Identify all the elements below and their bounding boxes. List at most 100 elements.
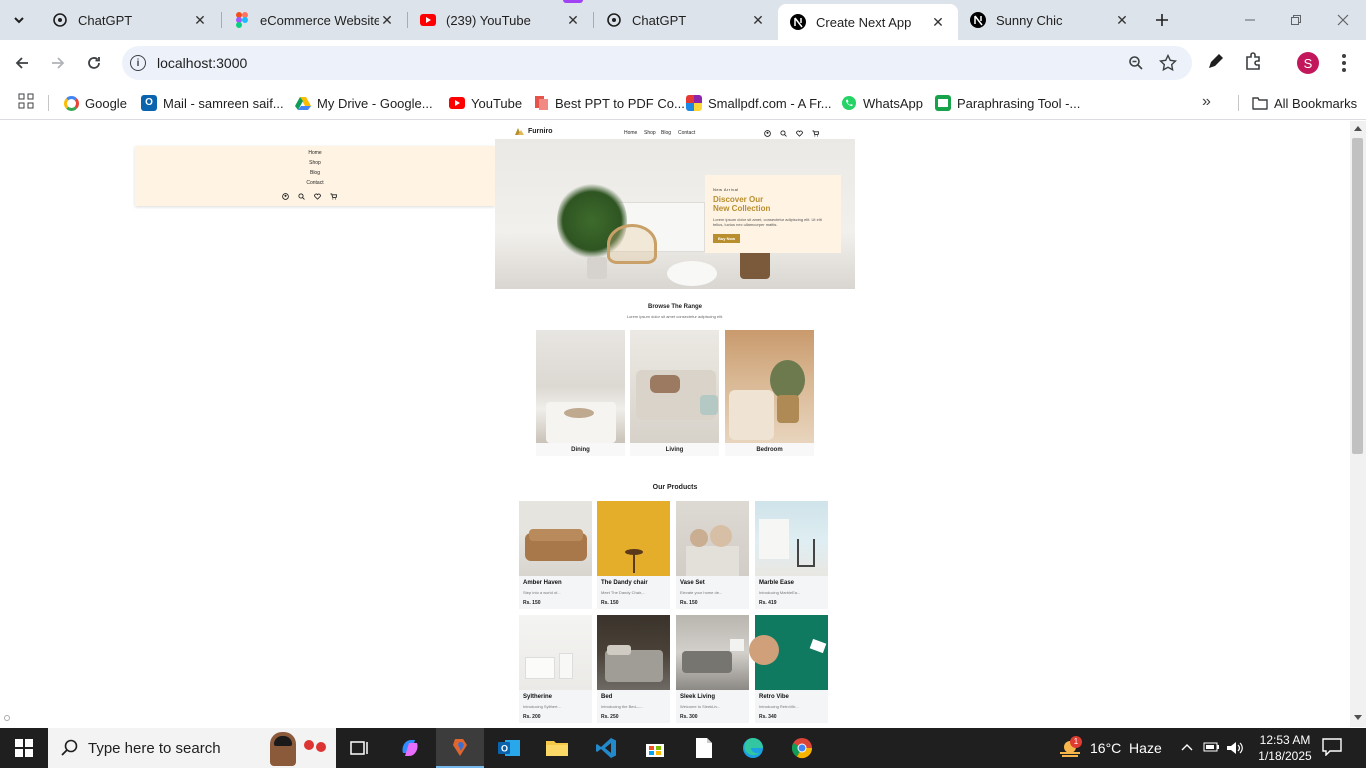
- start-button[interactable]: [0, 728, 48, 768]
- cart-icon[interactable]: [330, 193, 337, 200]
- taskbar-app-active[interactable]: [436, 728, 484, 768]
- all-bookmarks-label: All Bookmarks: [1274, 95, 1358, 111]
- product-card[interactable]: Bed Introducing the Bed—... Rs. 250: [597, 615, 670, 723]
- new-tab-button[interactable]: [1150, 8, 1174, 32]
- tab-chatgpt-2[interactable]: ChatGPT ✕: [594, 0, 778, 40]
- bookmark-mail[interactable]: O Mail - samreen saif...: [141, 92, 284, 114]
- clock[interactable]: 12:53 AM 1/18/2025: [1252, 730, 1318, 766]
- bookmarks-divider: [1238, 95, 1239, 111]
- bookmarks-divider: [48, 95, 49, 111]
- pdf-icon: [535, 96, 548, 110]
- taskbar-notepad[interactable]: [684, 732, 724, 764]
- extensions-button[interactable]: [1243, 51, 1267, 75]
- taskbar-copilot[interactable]: [390, 732, 430, 764]
- weather-widget[interactable]: 1 16°C Haze: [1056, 728, 1166, 768]
- close-icon[interactable]: ✕: [1114, 12, 1130, 29]
- taskbar-chrome[interactable]: [782, 732, 822, 764]
- site-info-icon[interactable]: i: [130, 55, 146, 71]
- tab-youtube[interactable]: (239) YouTube ✕: [408, 0, 593, 40]
- taskbar-vscode[interactable]: [586, 732, 626, 764]
- product-card[interactable]: Amber Haven Step into a world of... Rs. …: [519, 501, 592, 609]
- product-card[interactable]: Retro Vibe Introducing RetroVib... Rs. 3…: [749, 615, 828, 723]
- taskbar-file-explorer[interactable]: [537, 732, 577, 764]
- address-bar[interactable]: i localhost:3000: [122, 46, 1192, 80]
- buy-now-button[interactable]: Buy Now: [713, 234, 740, 243]
- minimize-button[interactable]: [1228, 0, 1272, 40]
- product-image: [755, 501, 828, 576]
- show-hidden-icons-button[interactable]: [1180, 740, 1196, 756]
- tab-audio-indicator: [563, 0, 583, 3]
- bookmark-google[interactable]: Google: [64, 92, 127, 114]
- close-icon[interactable]: ✕: [750, 12, 766, 29]
- nav-contact[interactable]: Contact: [678, 130, 695, 136]
- search-icon[interactable]: [780, 130, 787, 137]
- apps-button[interactable]: [18, 93, 36, 111]
- tab-ecommerce-website[interactable]: eCommerce Website ✕: [222, 0, 407, 40]
- cart-icon[interactable]: [812, 130, 819, 137]
- close-icon[interactable]: ✕: [565, 12, 581, 29]
- notification-center-button[interactable]: [1322, 738, 1346, 758]
- product-card[interactable]: Syltherine Introducing Sylthert... Rs. 2…: [519, 615, 592, 723]
- apps-grid-icon: [18, 93, 34, 109]
- bookmark-drive[interactable]: My Drive - Google...: [295, 92, 433, 114]
- taskbar-search-box[interactable]: Type here to search: [48, 728, 336, 768]
- more-bookmarks-button[interactable]: »: [1202, 93, 1222, 113]
- mobile-menu-shop[interactable]: Shop: [135, 160, 495, 166]
- taskbar-store[interactable]: [635, 732, 675, 764]
- product-name: Syltherine: [523, 694, 553, 700]
- star-icon[interactable]: [1159, 54, 1177, 72]
- category-living[interactable]: Living: [630, 330, 719, 456]
- taskbar-outlook[interactable]: O: [489, 732, 529, 764]
- bookmark-whatsapp[interactable]: WhatsApp: [841, 92, 923, 114]
- tab-search-button[interactable]: [6, 8, 32, 32]
- nav-shop[interactable]: Shop: [644, 130, 656, 136]
- mobile-menu-home[interactable]: Home: [135, 150, 495, 156]
- url-text[interactable]: localhost:3000: [157, 55, 247, 71]
- mobile-menu-contact[interactable]: Contact: [135, 180, 495, 186]
- page-scrollbar[interactable]: [1350, 121, 1366, 727]
- scroll-down-arrow[interactable]: [1354, 715, 1362, 720]
- product-card[interactable]: Marble Ease Introducing MarbleEa... Rs. …: [755, 501, 828, 609]
- bookmark-paraphrasing[interactable]: Paraphrasing Tool -...: [935, 92, 1080, 114]
- back-button[interactable]: [8, 49, 36, 77]
- heart-icon[interactable]: [796, 130, 803, 137]
- bookmark-ppt-to-pdf[interactable]: Best PPT to PDF Co...: [533, 92, 685, 114]
- close-icon[interactable]: ✕: [930, 14, 946, 31]
- tab-sunny-chic[interactable]: Sunny Chic ✕: [958, 0, 1142, 40]
- reload-button[interactable]: [80, 49, 108, 77]
- forward-button[interactable]: [44, 49, 72, 77]
- nav-home[interactable]: Home: [624, 130, 637, 136]
- browser-menu-button[interactable]: [1334, 52, 1354, 74]
- all-bookmarks-button[interactable]: All Bookmarks: [1252, 92, 1357, 114]
- category-dining[interactable]: Dining: [536, 330, 625, 456]
- bookmark-smallpdf[interactable]: Smallpdf.com - A Fr...: [686, 92, 832, 114]
- volume-button[interactable]: [1226, 740, 1244, 756]
- product-card[interactable]: Sleek Living Welcome to SleekLiv... Rs. …: [676, 615, 749, 723]
- tab-chatgpt-1[interactable]: ChatGPT ✕: [40, 0, 220, 40]
- category-bedroom[interactable]: Bedroom: [725, 330, 814, 456]
- mobile-menu-blog[interactable]: Blog: [135, 170, 495, 176]
- taskbar-edge[interactable]: [733, 732, 773, 764]
- pen-extension-button[interactable]: [1206, 51, 1230, 75]
- tab-create-next-app[interactable]: Create Next App ✕: [778, 4, 958, 40]
- product-card[interactable]: Vase Set Elevate your home de... Rs. 150: [676, 501, 749, 609]
- scrollbar-thumb[interactable]: [1352, 138, 1363, 454]
- search-icon[interactable]: [298, 193, 305, 200]
- battery-button[interactable]: [1203, 740, 1221, 756]
- product-card[interactable]: The Dandy chair Meet The Dandy Chair,...…: [597, 501, 670, 609]
- zoom-icon[interactable]: [1128, 55, 1144, 71]
- close-window-button[interactable]: [1320, 0, 1366, 40]
- product-description: Meet The Dandy Chair,...: [601, 590, 646, 595]
- user-icon[interactable]: [764, 130, 771, 137]
- site-logo[interactable]: Furniro: [528, 128, 553, 135]
- profile-avatar[interactable]: S: [1297, 52, 1319, 74]
- user-icon[interactable]: [282, 193, 289, 200]
- task-view-button[interactable]: [340, 732, 380, 764]
- heart-icon[interactable]: [314, 193, 321, 200]
- restore-button[interactable]: [1274, 0, 1318, 40]
- nav-blog[interactable]: Blog: [661, 130, 671, 136]
- bookmark-youtube[interactable]: YouTube: [449, 92, 522, 114]
- close-icon[interactable]: ✕: [192, 12, 208, 29]
- scroll-up-arrow[interactable]: [1354, 126, 1362, 131]
- close-icon[interactable]: ✕: [379, 12, 395, 29]
